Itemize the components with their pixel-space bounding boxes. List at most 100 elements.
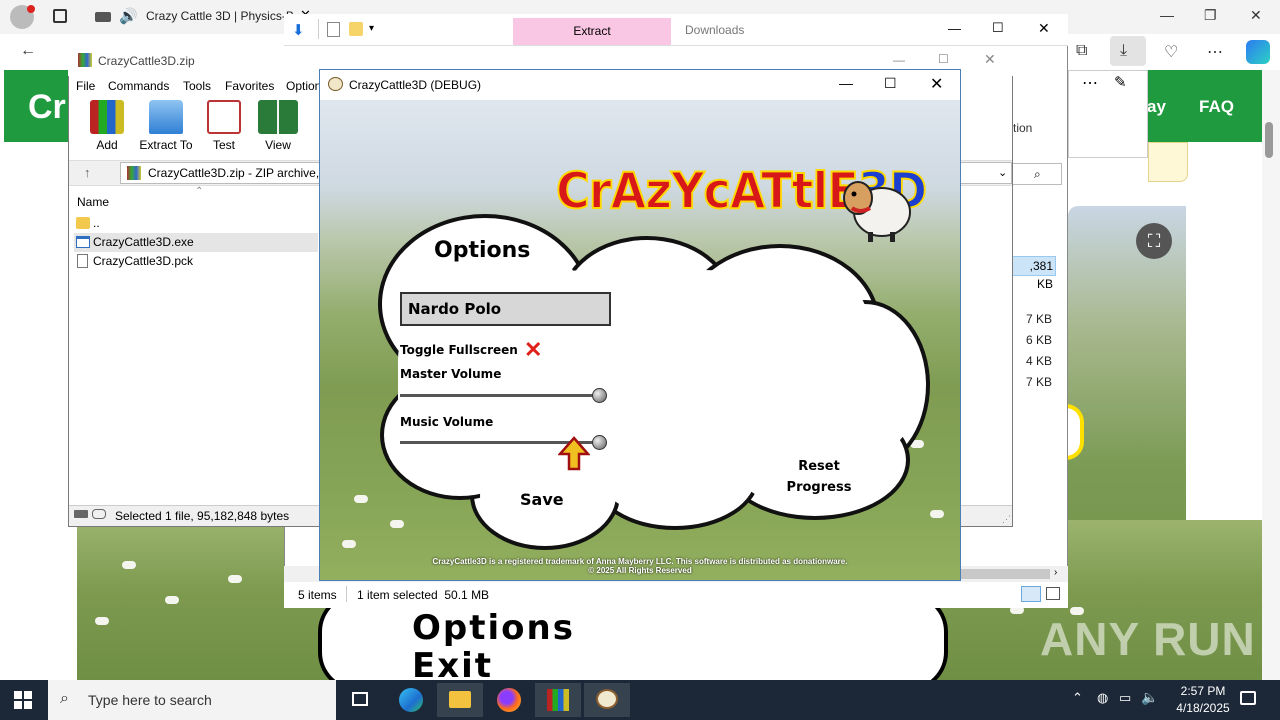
volume-icon[interactable]: 🔈 xyxy=(1141,689,1158,706)
footer-rights: © 2025 All Rights Reserved xyxy=(588,566,692,575)
clock-time: 2:57 PM xyxy=(1180,684,1226,698)
sheep xyxy=(165,596,179,604)
master-volume-slider[interactable] xyxy=(400,394,600,397)
reset-progress-button[interactable]: Reset Progress xyxy=(784,456,854,498)
winrar-close-icon[interactable]: ✕ xyxy=(984,51,996,68)
page-scrollbar[interactable] xyxy=(1262,70,1280,680)
view-book-icon xyxy=(258,100,298,134)
start-button[interactable] xyxy=(14,691,32,709)
clock[interactable]: 2:57 PM 4/18/2025 xyxy=(1163,683,1243,717)
large-icons-view-icon[interactable] xyxy=(1046,587,1060,600)
extract-to-button[interactable]: Extract To xyxy=(137,100,195,152)
selected-file-size[interactable]: ,381 KB xyxy=(1012,256,1056,291)
list-item[interactable]: CrazyCattle3D.pck xyxy=(74,252,318,271)
close-window-icon[interactable]: ✕ xyxy=(1250,7,1262,24)
explorer-maximize-icon[interactable]: ☐ xyxy=(992,20,1004,36)
master-volume-knob[interactable] xyxy=(592,388,607,403)
add-archive-icon xyxy=(90,100,124,134)
menu-tools[interactable]: Tools xyxy=(183,79,211,93)
restore-icon[interactable]: ❐ xyxy=(1204,7,1217,24)
task-view-button[interactable] xyxy=(338,683,384,717)
downloads-icon[interactable]: ⤓ xyxy=(1120,42,1127,60)
audio-icon[interactable]: 🔊 xyxy=(119,7,138,25)
test-button[interactable]: Test xyxy=(196,100,252,152)
menu-favorites[interactable]: Favorites xyxy=(225,79,274,93)
ribbon-option-partial[interactable]: tion xyxy=(1013,121,1032,135)
more-icon[interactable]: ⋯ xyxy=(1207,42,1223,62)
explorer-minimize-icon[interactable]: — xyxy=(948,21,961,36)
add-button[interactable]: Add xyxy=(79,100,135,152)
site-logo[interactable]: Cr xyxy=(28,88,66,127)
details-view-icon[interactable] xyxy=(1021,586,1041,602)
taskbar-file-explorer[interactable] xyxy=(437,683,483,717)
customize-toolbar-icon[interactable]: ▾ xyxy=(369,23,374,34)
test-clipboard-icon xyxy=(207,100,241,134)
winrar-status-text: Selected 1 file, 95,182,848 bytes xyxy=(115,509,290,523)
player-name-input[interactable]: Nardo Polo xyxy=(400,292,611,326)
ribbon-extract-tab[interactable]: Extract xyxy=(513,18,671,45)
scroll-right-icon[interactable]: › xyxy=(1054,567,1057,578)
game-maximize-icon[interactable]: ☐ xyxy=(884,75,897,92)
site-nav-faq[interactable]: FAQ xyxy=(1199,97,1234,117)
collections-icon[interactable]: ⧉ xyxy=(1076,42,1087,60)
reset-label: Reset xyxy=(798,459,840,474)
game-close-icon[interactable]: ✕ xyxy=(930,74,943,94)
menu-options[interactable]: Option xyxy=(286,79,321,93)
properties-icon[interactable] xyxy=(327,22,340,37)
flyout-more-icon[interactable]: ⋯ xyxy=(1082,73,1098,93)
view-label: View xyxy=(265,138,291,152)
taskbar-crazycattle[interactable] xyxy=(584,683,630,717)
tab-actions-icon[interactable] xyxy=(53,9,67,23)
copilot-icon[interactable] xyxy=(1246,40,1270,64)
explorer-close-icon[interactable]: ✕ xyxy=(1038,20,1050,37)
minimize-icon[interactable]: — xyxy=(1160,7,1174,23)
tray-app-icon[interactable]: ◍ xyxy=(1097,690,1108,706)
column-header-name[interactable]: Name xyxy=(77,195,109,209)
pointer-arrow-icon xyxy=(558,436,590,471)
tray-chevron-icon[interactable]: ⌃ xyxy=(1072,690,1083,706)
pin-icon[interactable]: ✎ xyxy=(1114,73,1127,91)
firefox-icon xyxy=(497,688,521,712)
fullscreen-toggle-x-icon[interactable]: ✕ xyxy=(524,339,542,361)
taskbar-edge[interactable] xyxy=(388,683,434,717)
key-icon xyxy=(92,509,106,519)
sheep-app-icon xyxy=(596,689,618,709)
sheep xyxy=(354,495,368,503)
page-scroll-thumb[interactable] xyxy=(1265,122,1273,158)
address-dropdown-icon[interactable]: ⌄ xyxy=(998,166,1007,179)
clock-date: 4/18/2025 xyxy=(1176,701,1230,715)
archive-icon xyxy=(127,166,141,180)
resize-grip-icon[interactable]: ⋰ xyxy=(1002,514,1011,525)
site-nav-play[interactable]: ay xyxy=(1147,97,1166,117)
performance-icon[interactable]: ♡ xyxy=(1164,42,1178,62)
browser-tab-title[interactable]: Crazy Cattle 3D | Physics-B xyxy=(146,9,294,23)
taskbar-firefox[interactable] xyxy=(486,683,532,717)
view-button[interactable]: View xyxy=(250,100,306,152)
background-options-button[interactable]: Options xyxy=(412,608,575,648)
sheep xyxy=(95,617,109,625)
up-folder-icon[interactable]: ↑ xyxy=(84,165,91,180)
game-minimize-icon[interactable]: — xyxy=(839,75,853,91)
menu-file[interactable]: File xyxy=(76,79,95,93)
new-folder-icon[interactable] xyxy=(349,22,363,36)
music-volume-knob[interactable] xyxy=(592,435,607,450)
winrar-minimize-icon[interactable]: — xyxy=(893,53,905,67)
master-volume-label: Master Volume xyxy=(400,367,502,381)
file-icon xyxy=(77,254,88,268)
notifications-icon[interactable] xyxy=(1240,691,1256,705)
network-icon[interactable]: ▭ xyxy=(1119,690,1131,706)
back-icon[interactable]: ← xyxy=(20,42,36,60)
winrar-maximize-icon[interactable]: ☐ xyxy=(938,52,949,66)
folder-icon xyxy=(76,217,90,229)
downloads-flyout xyxy=(1068,70,1148,158)
fullscreen-icon[interactable]: ⛶ xyxy=(1136,223,1172,259)
file-size: 6 KB xyxy=(1025,333,1052,347)
save-button[interactable]: Save xyxy=(520,490,564,509)
sheep xyxy=(228,575,242,583)
file-size: 4 KB xyxy=(1025,354,1052,368)
list-item[interactable]: .. xyxy=(74,214,318,233)
explorer-hscroll-thumb[interactable] xyxy=(960,569,1050,579)
menu-commands[interactable]: Commands xyxy=(108,79,169,93)
list-item[interactable]: CrazyCattle3D.exe xyxy=(74,233,318,252)
taskbar-winrar[interactable] xyxy=(535,683,581,717)
